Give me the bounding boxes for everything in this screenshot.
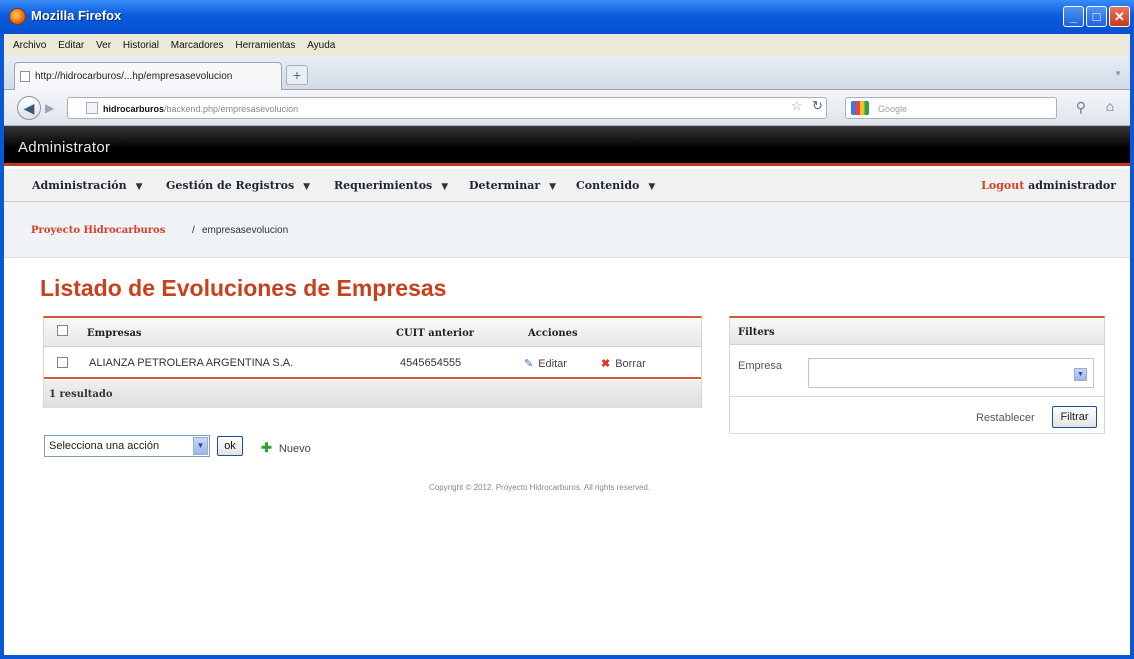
- plus-icon: ✚: [261, 440, 272, 455]
- ok-button[interactable]: ok: [217, 436, 243, 456]
- page-icon: [20, 71, 30, 82]
- breadcrumb-root-link[interactable]: Proyecto Hidrocarburos: [31, 225, 165, 236]
- title-bar[interactable]: Mozilla Firefox _ □ ✕: [0, 0, 1134, 34]
- batch-action-select[interactable]: Selecciona una acción ▼: [44, 435, 210, 457]
- search-placeholder: Google: [878, 104, 908, 114]
- breadcrumb-current: empresasevolucion: [202, 225, 289, 236]
- main-nav: Administración ▼ Gestión de Registros ▼ Re…: [4, 169, 1130, 202]
- menu-marcadores[interactable]: Marcadores: [171, 40, 224, 51]
- reload-icon[interactable]: ↻: [812, 98, 823, 114]
- table-header: Empresas CUIT anterior Acciones: [44, 318, 701, 347]
- chevron-down-icon[interactable]: ▼: [193, 437, 208, 455]
- delete-x-icon: ✖: [601, 358, 611, 370]
- url-path: /backend.php/empresasevolucion: [164, 104, 299, 114]
- url-input[interactable]: hidrocarburos/backend.php/empresasevoluc…: [67, 97, 827, 119]
- chevron-down-icon[interactable]: ▼: [1074, 368, 1087, 381]
- nav-label: Administración: [32, 179, 127, 192]
- page-title: Listado de Evoluciones de Empresas: [40, 275, 447, 301]
- reset-filters-link[interactable]: Restablecer: [976, 412, 1035, 424]
- chevron-down-icon: ▼: [549, 182, 557, 192]
- nav-gestion-registros[interactable]: Gestión de Registros ▼: [166, 179, 310, 192]
- forward-button[interactable]: ▶: [45, 101, 54, 115]
- close-button[interactable]: ✕: [1109, 6, 1130, 27]
- admin-brand[interactable]: Administrator: [18, 139, 110, 156]
- column-header-acciones: Acciones: [528, 328, 578, 339]
- nav-label: Determinar: [469, 179, 541, 192]
- bookmark-star-icon[interactable]: ☆: [791, 98, 803, 114]
- chevron-down-icon: ▼: [303, 182, 311, 192]
- breadcrumb: Proyecto Hidrocarburos / empresasevoluci…: [4, 202, 1130, 258]
- chevron-down-icon: ▼: [441, 182, 449, 192]
- nav-requerimientos[interactable]: Requerimientos ▼: [334, 179, 448, 192]
- new-link[interactable]: ✚ Nuevo: [261, 440, 311, 456]
- back-button[interactable]: ◀: [17, 96, 41, 120]
- filter-button[interactable]: Filtrar: [1052, 406, 1097, 428]
- pencil-icon: ✎: [524, 358, 534, 370]
- filters-panel: Filters Empresa ▼ Restablecer Filtrar: [729, 316, 1105, 434]
- delete-label: Borrar: [615, 358, 646, 370]
- divider: [730, 396, 1104, 397]
- edit-label: Editar: [538, 358, 567, 370]
- results-table: Empresas CUIT anterior Acciones ALIANZA …: [43, 316, 702, 408]
- nav-contenido[interactable]: Contenido ▼: [576, 179, 655, 192]
- batch-action-value: Selecciona una acción: [49, 440, 160, 452]
- search-input[interactable]: Google ⚲: [845, 97, 1086, 119]
- menu-ayuda[interactable]: Ayuda: [307, 40, 335, 51]
- search-icon[interactable]: ⚲: [1076, 99, 1086, 116]
- firefox-logo-icon: [9, 8, 26, 25]
- empresa-filter-label: Empresa: [738, 360, 783, 372]
- logout-link[interactable]: Logout: [981, 179, 1024, 192]
- menu-herramientas[interactable]: Herramientas: [235, 40, 295, 51]
- nav-label: Contenido: [576, 179, 640, 192]
- menu-archivo[interactable]: Archivo: [13, 40, 46, 51]
- cell-cuit: 4545654555: [400, 357, 462, 369]
- breadcrumb-separator: /: [192, 225, 195, 236]
- tab-label: http://hidrocarburos/...hp/empresasevolu…: [35, 71, 233, 82]
- row-checkbox[interactable]: [57, 357, 68, 368]
- new-label: Nuevo: [278, 443, 311, 455]
- admin-header: Administrator: [4, 126, 1130, 166]
- nav-determinar[interactable]: Determinar ▼: [469, 179, 556, 192]
- select-all-checkbox[interactable]: [57, 325, 68, 336]
- menu-bar: Archivo Editar Ver Historial Marcadores …: [4, 34, 1130, 56]
- delete-link[interactable]: ✖ Borrar: [601, 357, 646, 370]
- current-user: administrador: [1028, 179, 1116, 192]
- minimize-button[interactable]: _: [1063, 6, 1084, 27]
- empresa-filter-select[interactable]: ▼: [808, 358, 1094, 388]
- edit-link[interactable]: ✎ Editar: [524, 357, 567, 370]
- url-host: hidrocarburos: [103, 104, 165, 114]
- results-count: 1 resultado: [44, 380, 701, 408]
- menu-historial[interactable]: Historial: [123, 40, 159, 51]
- nav-label: Gestión de Registros: [166, 179, 295, 192]
- window-title: Mozilla Firefox: [31, 8, 122, 23]
- browser-tab[interactable]: http://hidrocarburos/...hp/empresasevolu…: [14, 62, 282, 90]
- column-header-cuit[interactable]: CUIT anterior: [396, 328, 474, 339]
- navigation-bar: ◀ ▶ hidrocarburos/backend.php/empresasev…: [4, 90, 1130, 126]
- cell-empresa: ALIANZA PETROLERA ARGENTINA S.A.: [89, 357, 294, 369]
- logout-area: Logout administrador: [981, 179, 1116, 192]
- home-icon[interactable]: ⌂: [1099, 98, 1121, 118]
- table-row: ALIANZA PETROLERA ARGENTINA S.A. 4545654…: [44, 348, 701, 379]
- new-tab-button[interactable]: +: [286, 65, 308, 85]
- tab-list-icon[interactable]: ▼: [1114, 69, 1122, 78]
- nav-administracion[interactable]: Administración ▼: [32, 179, 143, 192]
- browser-window: Mozilla Firefox _ □ ✕ Archivo Editar Ver…: [0, 0, 1134, 659]
- copyright-text: Copyright © 2012. Proyecto Hidrocarburos…: [429, 483, 651, 492]
- column-header-empresas[interactable]: Empresas: [87, 328, 142, 339]
- menu-editar[interactable]: Editar: [58, 40, 84, 51]
- maximize-button[interactable]: □: [1086, 6, 1107, 27]
- filters-title: Filters: [730, 318, 1104, 345]
- tab-strip: http://hidrocarburos/...hp/empresasevolu…: [4, 56, 1130, 90]
- menu-ver[interactable]: Ver: [96, 40, 111, 51]
- chevron-down-icon: ▼: [648, 182, 656, 192]
- nav-label: Requerimientos: [334, 179, 433, 192]
- search-engine-icon[interactable]: [851, 101, 869, 115]
- chevron-down-icon: ▼: [135, 182, 143, 192]
- site-identity-icon[interactable]: [86, 102, 98, 114]
